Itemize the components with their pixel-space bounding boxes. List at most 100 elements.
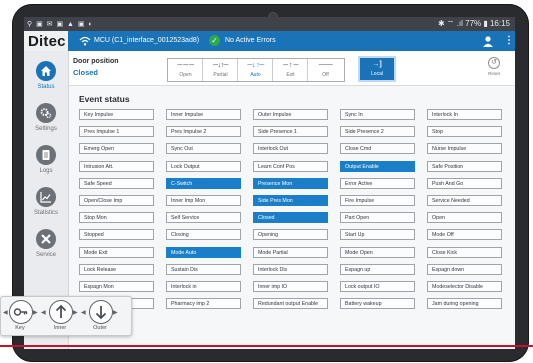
status-bar-system-info: ✱ ⌔ .ıl 77% ▮ 16:15	[438, 19, 510, 28]
event-indicator: Closed	[253, 212, 328, 224]
mode-open-symbol-icon: ─ ─ ─	[177, 62, 194, 69]
sidebar-item-settings[interactable]: Settings	[24, 101, 68, 141]
local-label: Local	[371, 71, 383, 77]
event-indicator: Battery wakeup	[340, 298, 415, 310]
event-indicator: Espagn down	[427, 263, 502, 275]
reset-label: Reset	[488, 71, 500, 76]
event-indicator: Service Needed	[427, 195, 502, 206]
door-position-label: Door position	[73, 58, 119, 65]
status-bar-notification-icons: ⚲ ▣ ✉ ▣ ▲ ▣ ◐	[27, 21, 94, 28]
event-indicator: Interlock In	[427, 109, 502, 120]
mode-off-button[interactable]: ─── Off	[308, 59, 344, 81]
event-indicator: Part Open	[340, 212, 415, 224]
event-indicator: Interlock Out	[253, 143, 328, 155]
event-indicator: Outer Impulse	[253, 109, 328, 120]
android-status-bar: ⚲ ▣ ✉ ▣ ▲ ▣ ◐ ✱ ⌔ .ıl 77% ▮ 16:15	[24, 17, 515, 31]
sidebar-item-statistics[interactable]: Statistics	[24, 185, 68, 225]
connection-name[interactable]: MCU (C1_interface_0012523ad8)	[94, 37, 199, 44]
event-indicator: Mode Auto	[166, 246, 241, 258]
arrow-left-icon: ◀	[81, 310, 86, 316]
event-indicator: Safe Position	[427, 160, 502, 172]
key-icon	[13, 308, 28, 316]
event-indicator: Mode Open	[340, 246, 415, 258]
wifi-icon	[79, 36, 91, 46]
event-indicator: Start Up	[340, 229, 415, 241]
reset-icon: ↺	[488, 57, 500, 69]
reset-button[interactable]: ↺ Reset	[484, 57, 504, 81]
event-indicator: Key Impulse	[79, 109, 154, 120]
event-indicator: Side Presence 1	[253, 126, 328, 138]
mode-label: Off	[322, 72, 329, 78]
sidebar-item-status[interactable]: Status	[24, 59, 68, 99]
arrow-right-icon: ▶	[33, 310, 38, 316]
sidebar-item-label: Statistics	[33, 210, 58, 216]
event-indicator: Modeselector Disable	[427, 281, 502, 292]
event-indicator: Pres Impulse 1	[79, 126, 154, 138]
event-indicator: Stop	[427, 126, 502, 138]
event-status-title: Event status	[79, 94, 130, 104]
event-indicator: Inner Impulse	[166, 109, 241, 120]
event-indicator: Side Pres Mon	[253, 195, 328, 206]
error-status-text: No Active Errors	[225, 37, 276, 44]
event-indicator: Open	[427, 212, 502, 224]
local-button[interactable]: →] Local	[360, 58, 394, 80]
door-control-bar: Door position Closed ─ ─ ─ Open ─↓↑─ Par…	[69, 51, 515, 86]
outer-label: Outer	[93, 325, 107, 331]
brand-logo: Ditec	[28, 33, 66, 50]
event-indicator: Inner imp IO	[253, 281, 328, 292]
event-indicator: C-Switch	[166, 177, 241, 189]
main-content: Door position Closed ─ ─ ─ Open ─↓↑─ Par…	[69, 51, 515, 349]
logs-icon	[42, 150, 50, 160]
mode-label: Auto	[250, 72, 261, 78]
event-indicator: Safe Speed	[79, 177, 154, 189]
event-indicator: Sync In	[340, 109, 415, 120]
event-indicator: Lock Release	[79, 263, 154, 275]
impulse-keypad-widget: ◀ ▶ ◀ ▶ ◀ ▶ Key Inner Outer	[0, 296, 132, 336]
event-indicator: Side Presence 2	[340, 126, 415, 138]
event-indicator: Lock Output	[166, 160, 241, 172]
sidebar-item-label: Status	[37, 84, 55, 90]
event-indicator: Mode Off	[427, 229, 502, 241]
mode-exit-button[interactable]: ─ ↑ ─ Exit	[273, 59, 308, 81]
arrow-left-icon: ◀	[41, 310, 46, 316]
event-indicator: Self Service	[166, 212, 241, 224]
arrow-up-icon	[55, 304, 67, 318]
event-indicator: Close Cmd	[340, 143, 415, 155]
event-indicator: Error Active	[340, 177, 415, 189]
outer-impulse-button[interactable]	[89, 300, 113, 324]
event-indicator: Presence Mon	[253, 177, 328, 189]
sidebar-item-label: Settings	[35, 126, 57, 132]
event-indicator: Espagn Mon	[79, 281, 154, 292]
overflow-menu-icon[interactable]: ⋮	[504, 35, 514, 47]
event-indicator: Interlock Dis	[253, 263, 328, 275]
event-indicator: Pharmacy imp 2	[166, 298, 241, 310]
event-indicator: Interlock in	[166, 281, 241, 292]
mode-auto-symbol-icon: ─↓ ↑─	[247, 62, 264, 69]
event-indicator: Lock output IO	[340, 281, 415, 292]
sidebar-item-label: Logs	[39, 168, 53, 174]
event-indicator: Stopped	[79, 229, 154, 241]
mode-open-button[interactable]: ─ ─ ─ Open	[168, 59, 203, 81]
mode-partial-button[interactable]: ─↓↑─ Partial	[203, 59, 238, 81]
event-indicator: Open/Close Imp	[79, 195, 154, 206]
mode-auto-button[interactable]: ─↓ ↑─ Auto	[238, 59, 273, 81]
sidebar-item-service[interactable]: Service	[24, 227, 68, 267]
event-indicator: Learn Conf Pos	[253, 160, 328, 172]
sidebar-item-label: Service	[35, 252, 56, 258]
inner-impulse-button[interactable]	[49, 300, 73, 324]
chart-icon	[40, 192, 51, 203]
event-indicator: Nurse Impulse	[427, 143, 502, 155]
event-indicator: Output Enable	[340, 160, 415, 172]
arrow-right-icon: ▶	[73, 310, 78, 316]
event-indicator: Pres Impulse 2	[166, 126, 241, 138]
event-indicator: Inner Imp Mon	[166, 195, 241, 206]
mode-partial-symbol-icon: ─↓↑─	[213, 62, 228, 69]
arrow-down-icon	[95, 306, 107, 320]
app-bar: MCU (C1_interface_0012523ad8) ✓ No Activ…	[68, 31, 515, 51]
event-indicator: Sustain Dis	[166, 263, 241, 275]
user-icon[interactable]	[482, 35, 494, 47]
check-circle-icon: ✓	[209, 35, 220, 46]
sidebar-item-logs[interactable]: Logs	[24, 143, 68, 183]
key-impulse-button[interactable]	[9, 300, 33, 324]
event-indicator: Redundant output Enable	[253, 298, 328, 310]
